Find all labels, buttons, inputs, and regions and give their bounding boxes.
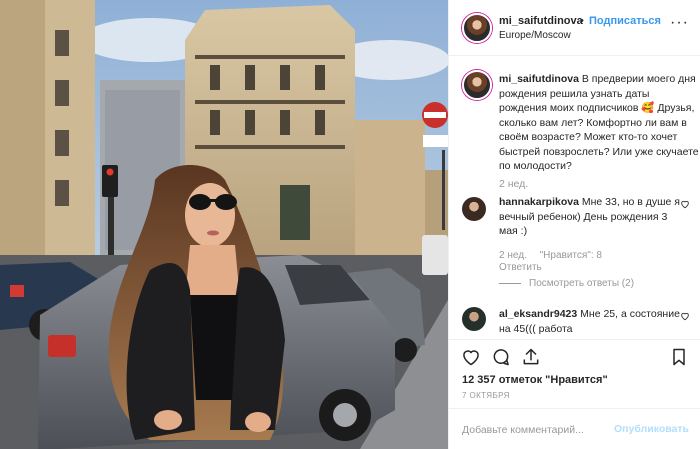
comment-like-heart-icon[interactable] — [680, 199, 690, 209]
comment-item: al_eksandr9423 Мне 25, а состояние на 45… — [462, 307, 690, 339]
comment-timestamp[interactable]: 2 нед. — [499, 250, 527, 261]
publish-button[interactable]: Опубликовать — [614, 423, 689, 435]
reply-button[interactable]: Ответить — [499, 262, 542, 273]
more-options-icon[interactable]: ··· — [670, 14, 689, 32]
caption-author-username[interactable]: mi_saifutdinova — [499, 73, 579, 85]
comment-meta: 2 нед. "Нравится": 8 — [499, 250, 602, 261]
add-comment-bar: Опубликовать — [449, 408, 700, 449]
post-actions-bar — [449, 339, 700, 375]
bookmark-icon[interactable] — [669, 347, 689, 367]
post-side-panel: mi_saifutdinova • Подписаться Europe/Mos… — [448, 0, 700, 449]
comments-list[interactable]: mi_saifutdinova В предверии моего дня ро… — [449, 57, 700, 339]
caption-body: В предверии моего дня рождения решила уз… — [499, 73, 699, 172]
comment-text: hannakarpikova Мне 33, но в душе я вечны… — [499, 195, 684, 239]
commenter-avatar[interactable] — [462, 307, 486, 331]
heart-icon[interactable] — [461, 347, 481, 367]
comment-text: al_eksandr9423 Мне 25, а состояние на 45… — [499, 307, 684, 336]
comment-likes-count[interactable]: "Нравится": 8 — [540, 250, 602, 261]
separator-dot: • — [580, 15, 584, 27]
share-icon[interactable] — [521, 347, 541, 367]
view-replies-button[interactable]: Посмотреть ответы (2) — [499, 278, 634, 289]
comment-like-heart-icon[interactable] — [680, 311, 690, 321]
post-date[interactable]: 7 ОКТЯБРЯ — [462, 391, 510, 400]
street-scene-illustration — [0, 0, 448, 449]
post-header: mi_saifutdinova • Подписаться Europe/Mos… — [449, 0, 700, 56]
commenter-username[interactable]: hannakarpikova — [499, 196, 579, 208]
likes-count[interactable]: 12 357 отметок "Нравится" — [462, 374, 608, 386]
post-location[interactable]: Europe/Moscow — [499, 30, 571, 41]
comment-input[interactable] — [462, 421, 612, 439]
author-avatar[interactable] — [462, 13, 492, 43]
caption-author-avatar[interactable] — [462, 70, 492, 100]
post-photo[interactable] — [0, 0, 448, 449]
commenter-username[interactable]: al_eksandr9423 — [499, 308, 577, 320]
author-username[interactable]: mi_saifutdinova — [499, 15, 583, 27]
caption-text: mi_saifutdinova В предверии моего дня ро… — [499, 72, 699, 174]
caption-timestamp[interactable]: 2 нед. — [499, 178, 528, 190]
follow-button[interactable]: Подписаться — [589, 15, 661, 27]
commenter-avatar[interactable] — [462, 197, 486, 221]
comment-icon[interactable] — [491, 347, 511, 367]
